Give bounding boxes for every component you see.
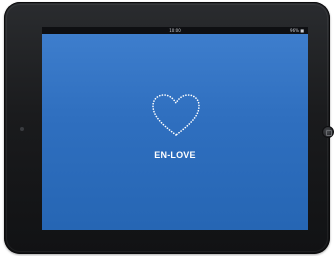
front-camera: [20, 127, 24, 131]
app-name: EN-LOVE: [154, 150, 196, 160]
status-battery: 96% ■: [290, 28, 304, 33]
dotted-heart-icon: [152, 94, 200, 137]
device-screen: 10:00 96% ■ EN-LOVE: [42, 27, 308, 230]
status-bar: 10:00 96% ■: [42, 27, 308, 34]
home-button[interactable]: [322, 126, 334, 138]
status-time: 10:00: [169, 28, 181, 33]
splash-screen: EN-LOVE: [42, 34, 308, 230]
